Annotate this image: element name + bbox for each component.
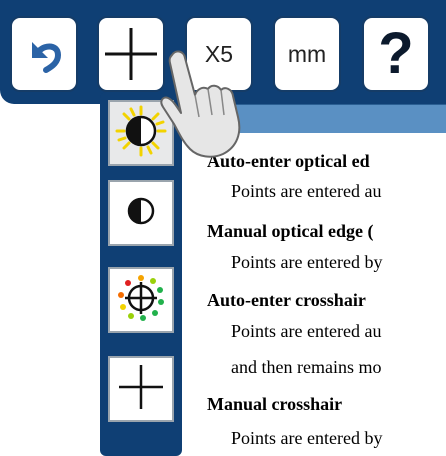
auto-optical-edge-icon [113, 103, 169, 164]
toolbar-lower-strip [188, 104, 446, 133]
entry-body: Points are entered by [231, 428, 383, 448]
probe-mode-dropdown [100, 92, 182, 456]
entry-body: Points are entered au [231, 181, 382, 201]
entry-body-continued: and then remains mo [231, 357, 382, 377]
manual-optical-edge-option[interactable] [108, 180, 174, 246]
entry-title: Manual crosshair [207, 394, 343, 414]
undo-button[interactable] [10, 16, 78, 92]
entry-title: Manual optical edge ( [207, 221, 374, 241]
entry-title: Auto-enter optical ed [207, 151, 370, 171]
undo-icon [22, 32, 66, 76]
help-label: ? [378, 21, 414, 86]
manual-crosshair-option[interactable] [108, 356, 174, 422]
units-button[interactable]: mm [273, 16, 341, 92]
crosshair-icon [103, 26, 159, 82]
entry-body: Points are entered by [231, 252, 383, 272]
edge-crosshair-tool-button[interactable] [97, 16, 165, 92]
manual-crosshair-icon [113, 359, 169, 420]
help-button[interactable]: ? [362, 16, 430, 92]
auto-crosshair-icon [113, 270, 169, 331]
entry-title: Auto-enter crosshair [207, 290, 366, 310]
auto-enter-crosshair-option[interactable] [108, 267, 174, 333]
zoom-button[interactable]: X5 [185, 16, 253, 92]
entry-body: Points are entered au [231, 321, 382, 341]
manual-optical-edge-icon [113, 183, 169, 244]
auto-enter-optical-edge-option[interactable] [108, 100, 174, 166]
zoom-label: X5 [204, 40, 234, 67]
units-label: mm [287, 40, 327, 67]
